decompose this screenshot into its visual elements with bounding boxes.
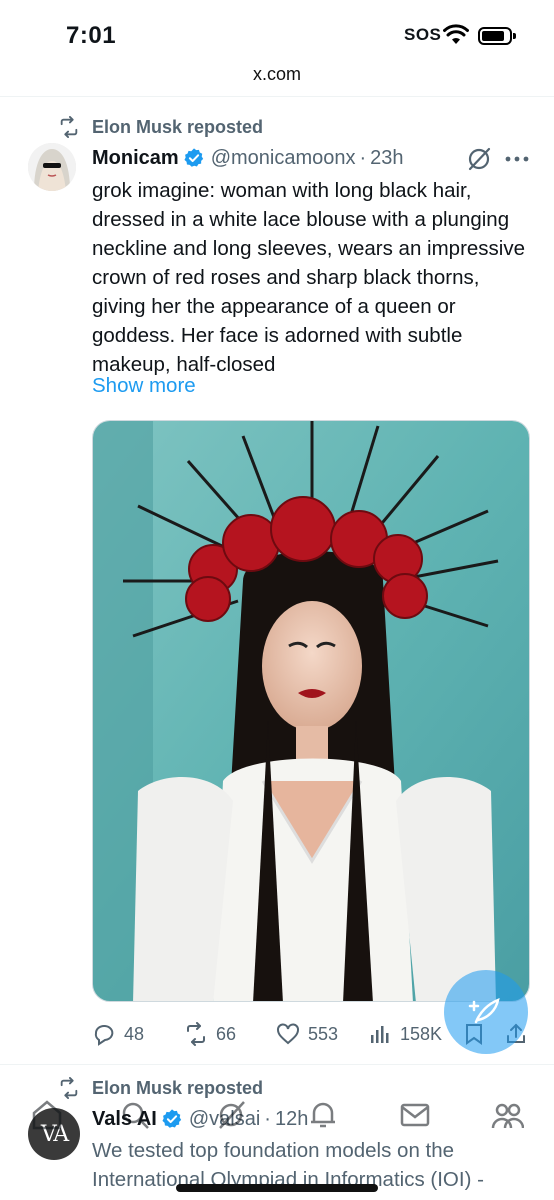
sos-indicator: SOS [404, 25, 442, 44]
wifi-icon [443, 24, 469, 44]
separator: · [359, 146, 367, 169]
compose-button[interactable] [444, 970, 528, 1054]
repost-icon [187, 1022, 205, 1046]
home-icon[interactable] [30, 1098, 64, 1132]
reply-button[interactable]: 48 [92, 1018, 144, 1050]
reply-count: 48 [124, 1023, 145, 1044]
grok-icon[interactable] [214, 1098, 248, 1132]
like-icon [277, 1023, 299, 1045]
divider [0, 1064, 554, 1065]
search-icon[interactable] [118, 1098, 152, 1132]
avatar[interactable] [28, 143, 76, 191]
status-bar: 7:01 SOS [0, 0, 554, 64]
repost-label: Elon Musk reposted [92, 116, 264, 137]
grok-icon[interactable] [466, 146, 492, 172]
home-indicator[interactable] [176, 1184, 378, 1192]
notifications-icon[interactable] [306, 1098, 340, 1132]
views-icon [371, 1026, 389, 1043]
repost-icon [60, 116, 78, 138]
views-count: 158K [400, 1023, 443, 1044]
communities-icon[interactable] [490, 1098, 524, 1132]
url-bar[interactable]: x.com [0, 64, 554, 96]
tweet-text: grok imagine: woman with long black hair… [92, 179, 526, 376]
divider [0, 96, 554, 97]
status-time: 7:01 [66, 22, 117, 49]
like-button[interactable]: 553 [276, 1018, 338, 1050]
handle[interactable]: @monicamoonx [211, 147, 356, 170]
display-name[interactable]: Monicam [92, 147, 179, 170]
image-art [93, 421, 529, 1001]
timestamp[interactable]: 23h [370, 147, 403, 170]
repost-button[interactable]: 66 [184, 1018, 236, 1050]
avatar-image [28, 143, 76, 191]
tweet-image[interactable] [92, 420, 530, 1002]
repost-context[interactable]: Elon Musk reposted [58, 115, 263, 139]
messages-icon[interactable] [398, 1098, 432, 1132]
like-count: 553 [308, 1023, 339, 1044]
verified-icon [184, 148, 203, 167]
views-button[interactable]: 158K [368, 1018, 442, 1050]
repost-count: 66 [216, 1023, 237, 1044]
show-more-link[interactable]: Show more [92, 374, 196, 398]
reply-icon [94, 1025, 114, 1046]
bottom-nav [0, 1088, 554, 1148]
compose-icon [468, 997, 500, 1024]
more-icon[interactable] [502, 146, 532, 172]
battery-icon [478, 27, 516, 45]
